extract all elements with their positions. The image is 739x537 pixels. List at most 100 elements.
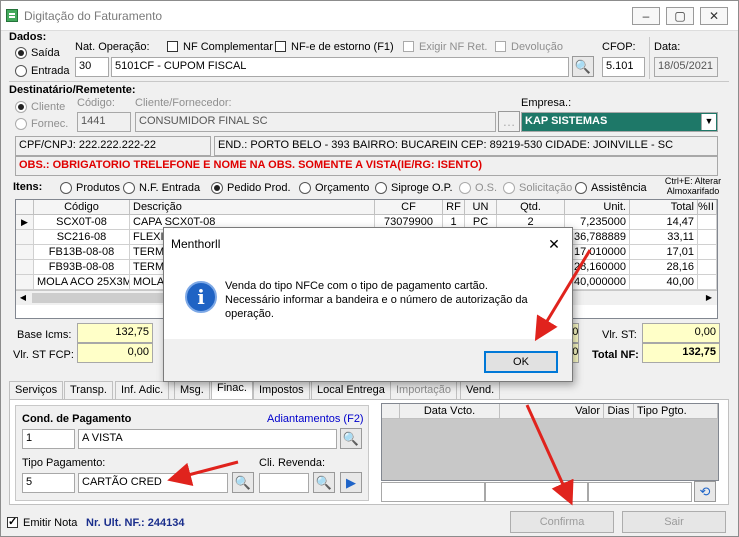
- nfe-estorno-checkbox[interactable]: [275, 41, 286, 52]
- grid-cell[interactable]: 7,235000: [565, 215, 630, 230]
- codigo-input[interactable]: 1441: [77, 112, 131, 132]
- grid-cell[interactable]: [698, 230, 717, 245]
- dialog-message: Venda do tipo NFCe com o tipo de pagamen…: [225, 279, 528, 321]
- tab-transp[interactable]: Transp.: [64, 381, 113, 399]
- itens-radio-orcamento[interactable]: [299, 182, 311, 194]
- tab-finac[interactable]: Finac.: [211, 379, 253, 400]
- row-indicator[interactable]: ▶: [16, 215, 34, 230]
- empresa-select[interactable]: KAP SISTEMAS: [521, 112, 718, 132]
- ok-button[interactable]: OK: [484, 351, 558, 373]
- nf-complementar-checkbox[interactable]: [167, 41, 178, 52]
- refresh-icon[interactable]: ⟲: [694, 481, 716, 502]
- tipo-desc-input[interactable]: CARTÃO CRED: [78, 473, 228, 493]
- window-close-button[interactable]: ✕: [700, 7, 728, 25]
- tab-importacao[interactable]: Importação: [390, 381, 458, 399]
- grid-cell[interactable]: 17,01: [630, 245, 698, 260]
- row-indicator[interactable]: [16, 230, 34, 245]
- parcelas-header[interactable]: Tipo Pgto.: [634, 404, 718, 419]
- scroll-left-icon[interactable]: ◀: [16, 291, 30, 305]
- grid-cell[interactable]: FB93B-08-08: [34, 260, 130, 275]
- exigir-nf-checkbox[interactable]: [403, 41, 414, 52]
- devolucao-checkbox[interactable]: [495, 41, 506, 52]
- itens-radio-produtos[interactable]: [60, 182, 72, 194]
- minimize-button[interactable]: –: [632, 7, 660, 25]
- grid-cell[interactable]: 17,010000: [565, 245, 630, 260]
- dados-label: Dados:: [9, 31, 47, 43]
- cliente-lookup-button[interactable]: …: [498, 111, 520, 132]
- chevron-down-icon[interactable]: ▼: [701, 114, 716, 130]
- grid-cell[interactable]: 36,788889: [565, 230, 630, 245]
- parcela-type-input[interactable]: [588, 482, 692, 502]
- cond-desc-input[interactable]: A VISTA: [78, 429, 337, 449]
- tab-local-entrega[interactable]: Local Entrega: [311, 381, 391, 399]
- row-indicator[interactable]: [16, 260, 34, 275]
- cli-revenda-input[interactable]: [259, 473, 309, 493]
- parcela-date-input[interactable]: [381, 482, 485, 502]
- grid-cell[interactable]: 33,11: [630, 230, 698, 245]
- grid-cell[interactable]: MOLA ACO 25X3MM: [34, 275, 130, 290]
- tab-vend[interactable]: Vend.: [460, 381, 501, 399]
- grid-cell[interactable]: [698, 260, 717, 275]
- tab-impostos[interactable]: Impostos: [253, 381, 310, 399]
- itens-radio-siproge[interactable]: [375, 182, 387, 194]
- tab-servicos[interactable]: Serviços: [9, 381, 64, 399]
- grid-cell[interactable]: 14,47: [630, 215, 698, 230]
- nat-op-search-button[interactable]: 🔍: [572, 56, 594, 77]
- itens-radio-os[interactable]: [459, 182, 471, 194]
- cond-search-button[interactable]: 🔍: [340, 428, 362, 449]
- itens-radio-nf-entrada[interactable]: [123, 182, 135, 194]
- grid-cell[interactable]: 40,00: [630, 275, 698, 290]
- grid-cell[interactable]: SC216-08: [34, 230, 130, 245]
- parcelas-header[interactable]: Valor: [500, 404, 604, 419]
- cliente-input[interactable]: CONSUMIDOR FINAL SC: [135, 112, 496, 132]
- grid-cell[interactable]: SCX0T-08: [34, 215, 130, 230]
- grid-header[interactable]: Qtd.: [497, 200, 565, 215]
- grid-header[interactable]: CF: [375, 200, 443, 215]
- parcelas-header[interactable]: Data Vcto.: [400, 404, 500, 419]
- nat-op-desc-input[interactable]: 5101CF - CUPOM FISCAL: [111, 57, 569, 77]
- tab-msg[interactable]: Msg.: [174, 381, 210, 399]
- cfop-input[interactable]: 5.101: [602, 57, 645, 77]
- sair-button[interactable]: Sair: [622, 511, 726, 533]
- grid-cell[interactable]: [698, 245, 717, 260]
- saida-radio[interactable]: [15, 47, 27, 59]
- adiantamentos-link[interactable]: Adiantamentos (F2): [267, 413, 364, 425]
- grid-cell[interactable]: 40,000000: [565, 275, 630, 290]
- itens-radio-solicitacao[interactable]: [503, 182, 515, 194]
- parcelas-grid[interactable]: Data Vcto. Valor Dias Tipo Pgto.: [381, 403, 719, 481]
- entrada-radio[interactable]: [15, 65, 27, 77]
- grid-cell[interactable]: 28,16: [630, 260, 698, 275]
- parcela-value-input[interactable]: [485, 482, 588, 502]
- parcelas-header[interactable]: Dias: [604, 404, 634, 419]
- cond-code-input[interactable]: 1: [22, 429, 75, 449]
- itens-radio-assistencia[interactable]: [575, 182, 587, 194]
- row-indicator[interactable]: [16, 245, 34, 260]
- scroll-right-icon[interactable]: ▶: [702, 291, 716, 305]
- revenda-search-button[interactable]: 🔍: [313, 472, 335, 493]
- grid-header[interactable]: RF: [443, 200, 465, 215]
- dialog-close-button[interactable]: ✕: [540, 233, 568, 255]
- grid-cell[interactable]: FB13B-08-08: [34, 245, 130, 260]
- tipo-search-button[interactable]: 🔍: [232, 472, 254, 493]
- maximize-button[interactable]: ▢: [666, 7, 694, 25]
- cliente-radio[interactable]: [15, 101, 27, 113]
- play-icon[interactable]: ▶: [340, 472, 362, 493]
- tipo-code-input[interactable]: 5: [22, 473, 75, 493]
- grid-header[interactable]: UN: [465, 200, 497, 215]
- itens-radio-pedido-prod[interactable]: [211, 182, 223, 194]
- grid-cell[interactable]: 28,160000: [565, 260, 630, 275]
- grid-header[interactable]: Descrição: [130, 200, 375, 215]
- grid-header[interactable]: Unit.: [565, 200, 630, 215]
- fornec-radio[interactable]: [15, 118, 27, 130]
- grid-cell[interactable]: [698, 215, 717, 230]
- grid-header[interactable]: Total: [630, 200, 698, 215]
- data-input[interactable]: 18/05/2021: [654, 57, 718, 77]
- grid-header[interactable]: %II: [698, 200, 717, 215]
- nat-op-code-input[interactable]: 30: [75, 57, 109, 77]
- emitir-nota-checkbox[interactable]: [7, 515, 18, 528]
- confirma-button[interactable]: Confirma: [510, 511, 614, 533]
- tab-inf-adic[interactable]: Inf. Adic.: [115, 381, 170, 399]
- row-indicator[interactable]: [16, 275, 34, 290]
- grid-header[interactable]: Código: [34, 200, 130, 215]
- grid-cell[interactable]: [698, 275, 717, 290]
